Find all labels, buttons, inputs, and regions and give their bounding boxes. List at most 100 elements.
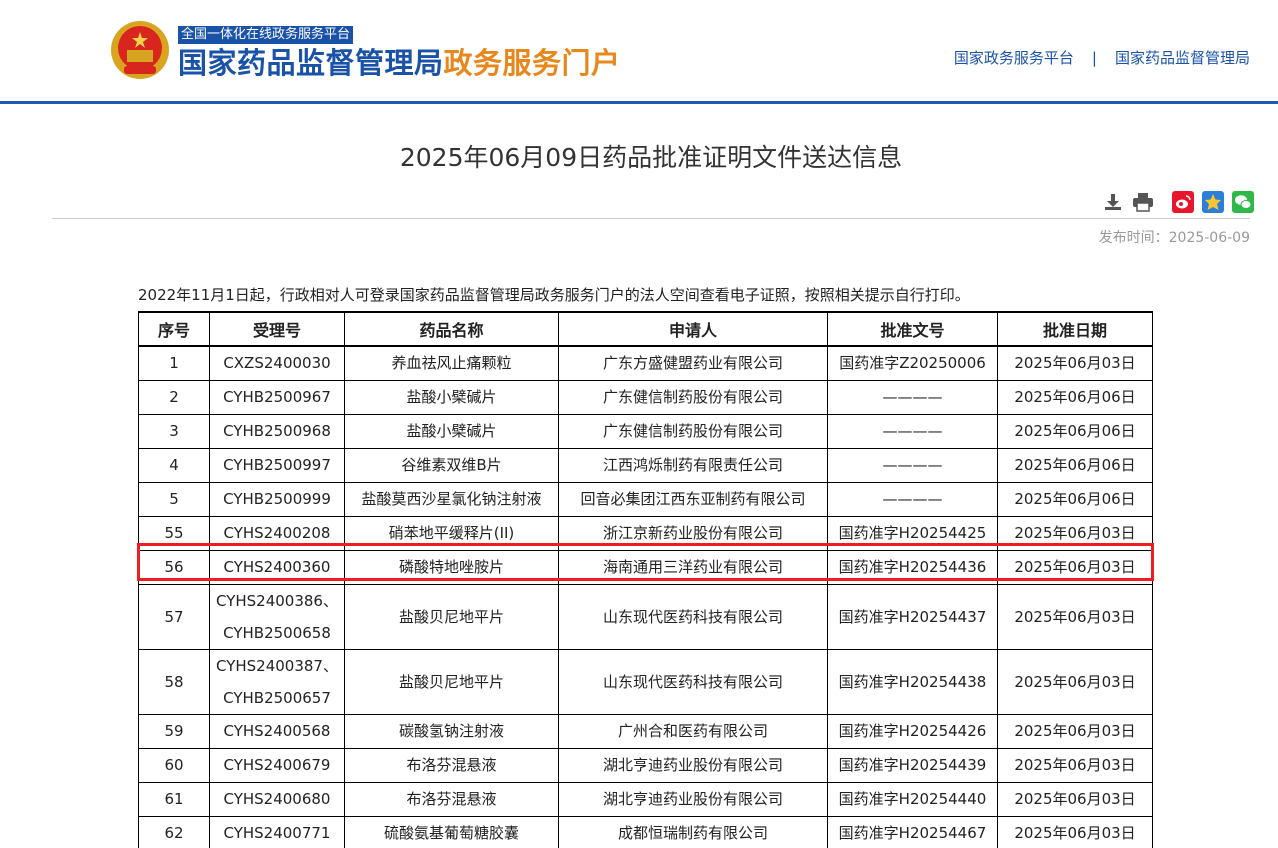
cell-no: 2 [138, 380, 210, 415]
notice-text: 2022年11月1日起，行政相对人可登录国家药品监督管理局政务服务门户的法人空间… [138, 286, 970, 304]
table-row: 4 CYHB2500997 谷维素双维B片 江西鸿烁制药有限责任公司 ———— 2025年… [138, 448, 1153, 483]
cell-applicant: 海南通用三洋药业有限公司 [558, 550, 828, 585]
cell-drug-name: 盐酸贝尼地平片 [344, 649, 559, 715]
cell-acceptance-no: CYHS2400568 [209, 714, 345, 749]
table-row: 5 CYHB2500999 盐酸莫西沙星氯化钠注射液 回音必集团江西东亚制药有限公司 —… [138, 482, 1153, 517]
cell-drug-name: 硝苯地平缓释片(II) [344, 516, 559, 551]
cell-approval-no: 国药准字Z20250006 [827, 345, 998, 381]
download-icon[interactable] [1102, 191, 1124, 213]
cell-acceptance-no: CYHS2400386、 CYHB2500658 [209, 584, 345, 650]
cell-drug-name: 布洛芬混悬液 [344, 748, 559, 783]
cell-approval-no: 国药准字H20254440 [827, 782, 998, 817]
cell-applicant: 山东现代医药科技有限公司 [558, 584, 828, 650]
link-separator: | [1091, 49, 1097, 67]
cell-acceptance-no: CXZS2400030 [209, 345, 345, 381]
cell-drug-name: 磷酸特地唑胺片 [344, 550, 559, 585]
cell-no: 57 [138, 584, 210, 650]
cell-no: 60 [138, 748, 210, 783]
cell-drug-name: 盐酸小檗碱片 [344, 380, 559, 415]
cell-acceptance-no: CYHB2500997 [209, 448, 345, 483]
cell-applicant: 浙江京新药业股份有限公司 [558, 516, 828, 551]
cell-acceptance-no: CYHB2500999 [209, 482, 345, 517]
cell-approval-date: 2025年06月03日 [997, 782, 1153, 817]
table-row: 58 CYHS2400387、 CYHB2500657 盐酸贝尼地平片 山东现代医药科技… [138, 649, 1153, 715]
table-row: 3 CYHB2500968 盐酸小檗碱片 广东健信制药股份有限公司 ———— 2025年0… [138, 414, 1153, 449]
cell-no: 61 [138, 782, 210, 817]
article-tools [1102, 190, 1254, 214]
table-row: 57 CYHS2400386、 CYHB2500658 盐酸贝尼地平片 山东现代医药科技… [138, 584, 1153, 650]
col-header-applicant: 申请人 [558, 311, 828, 347]
site-title-main: 国家药品监督管理局 [178, 46, 444, 80]
platform-tag: 全国一体化在线政务服务平台 [178, 26, 354, 44]
acceptance-no-line: CYHS2400387、 [216, 657, 338, 675]
top-links: 国家政务服务平台 | 国家药品监督管理局 [954, 47, 1250, 69]
cell-no: 59 [138, 714, 210, 749]
weibo-icon[interactable] [1172, 191, 1194, 213]
table-row: 60 CYHS2400679 布洛芬混悬液 湖北亨迪药业股份有限公司 国药准字H2025… [138, 748, 1153, 783]
link-gov-service-platform[interactable]: 国家政务服务平台 [954, 49, 1074, 67]
table-header-row: 序号 受理号 药品名称 申请人 批准文号 批准日期 [138, 311, 1153, 347]
cell-approval-no: ———— [827, 482, 998, 517]
site-title[interactable]: 国家药品监督管理局政务服务门户 [178, 44, 621, 82]
link-nmpa[interactable]: 国家药品监督管理局 [1115, 49, 1250, 67]
cell-acceptance-no: CYHS2400360 [209, 550, 345, 585]
cell-drug-name: 碳酸氢钠注射液 [344, 714, 559, 749]
col-header-no: 序号 [138, 311, 210, 347]
cell-applicant: 成都恒瑞制药有限公司 [558, 816, 828, 848]
cell-acceptance-no: CYHS2400679 [209, 748, 345, 783]
cell-approval-date: 2025年06月03日 [997, 345, 1153, 381]
cell-approval-date: 2025年06月03日 [997, 816, 1153, 848]
table-body: 1 CXZS2400030 养血祛风止痛颗粒 广东方盛健盟药业有限公司 国药准字Z202… [138, 345, 1153, 848]
cell-applicant: 湖北亨迪药业股份有限公司 [558, 748, 828, 783]
cell-drug-name: 硫酸氨基葡萄糖胶囊 [344, 816, 559, 848]
cell-approval-date: 2025年06月03日 [997, 748, 1153, 783]
cell-approval-no: ———— [827, 448, 998, 483]
cell-acceptance-no: CYHS2400680 [209, 782, 345, 817]
cell-drug-name: 谷维素双维B片 [344, 448, 559, 483]
cell-approval-no: 国药准字H20254436 [827, 550, 998, 585]
cell-drug-name: 布洛芬混悬液 [344, 782, 559, 817]
title-divider [52, 218, 1250, 219]
cell-approval-no: 国药准字H20254425 [827, 516, 998, 551]
col-header-approval-date: 批准日期 [997, 311, 1153, 347]
table-row: 1 CXZS2400030 养血祛风止痛颗粒 广东方盛健盟药业有限公司 国药准字Z202… [138, 345, 1153, 381]
publish-date: 2025-06-09 [1168, 230, 1250, 246]
cell-no: 58 [138, 649, 210, 715]
cell-drug-name: 盐酸贝尼地平片 [344, 584, 559, 650]
approval-table: 序号 受理号 药品名称 申请人 批准文号 批准日期 1 CXZS2400030 养血… [138, 311, 1153, 848]
table-row: 55 CYHS2400208 硝苯地平缓释片(II) 浙江京新药业股份有限公司 国药准字… [138, 516, 1153, 551]
qzone-icon[interactable] [1202, 191, 1224, 213]
cell-no: 3 [138, 414, 210, 449]
cell-approval-date: 2025年06月03日 [997, 649, 1153, 715]
cell-no: 55 [138, 516, 210, 551]
wechat-icon[interactable] [1232, 191, 1254, 213]
cell-no: 1 [138, 345, 210, 381]
publish-label: 发布时间： [1098, 230, 1169, 246]
cell-applicant: 回音必集团江西东亚制药有限公司 [558, 482, 828, 517]
cell-approval-no: 国药准字H20254437 [827, 584, 998, 650]
acceptance-no-line: CYHS2400386、 [216, 592, 338, 610]
cell-approval-no: 国药准字H20254467 [827, 816, 998, 848]
cell-approval-no: 国药准字H20254426 [827, 714, 998, 749]
cell-approval-date: 2025年06月06日 [997, 448, 1153, 483]
header-divider-bar [0, 101, 1278, 104]
national-emblem-icon[interactable] [110, 20, 170, 80]
site-title-sub: 政务服务门户 [443, 46, 621, 80]
cell-applicant: 江西鸿烁制药有限责任公司 [558, 448, 828, 483]
col-header-approval-no: 批准文号 [827, 311, 998, 347]
cell-applicant: 湖北亨迪药业股份有限公司 [558, 782, 828, 817]
cell-approval-date: 2025年06月03日 [997, 584, 1153, 650]
article-title: 2025年06月09日药品批准证明文件送达信息 [399, 143, 903, 172]
cell-no: 5 [138, 482, 210, 517]
cell-acceptance-no: CYHS2400208 [209, 516, 345, 551]
cell-drug-name: 养血祛风止痛颗粒 [344, 345, 559, 381]
table-row: 2 CYHB2500967 盐酸小檗碱片 广东健信制药股份有限公司 ———— 2025年0… [138, 380, 1153, 415]
cell-approval-date: 2025年06月06日 [997, 380, 1153, 415]
table-row: 59 CYHS2400568 碳酸氢钠注射液 广州合和医药有限公司 国药准字H20254… [138, 714, 1153, 749]
cell-no: 4 [138, 448, 210, 483]
table-row: 61 CYHS2400680 布洛芬混悬液 湖北亨迪药业股份有限公司 国药准字H2025… [138, 782, 1153, 817]
cell-approval-date: 2025年06月03日 [997, 516, 1153, 551]
print-icon[interactable] [1132, 191, 1154, 213]
cell-approval-no: ———— [827, 380, 998, 415]
cell-acceptance-no: CYHB2500968 [209, 414, 345, 449]
